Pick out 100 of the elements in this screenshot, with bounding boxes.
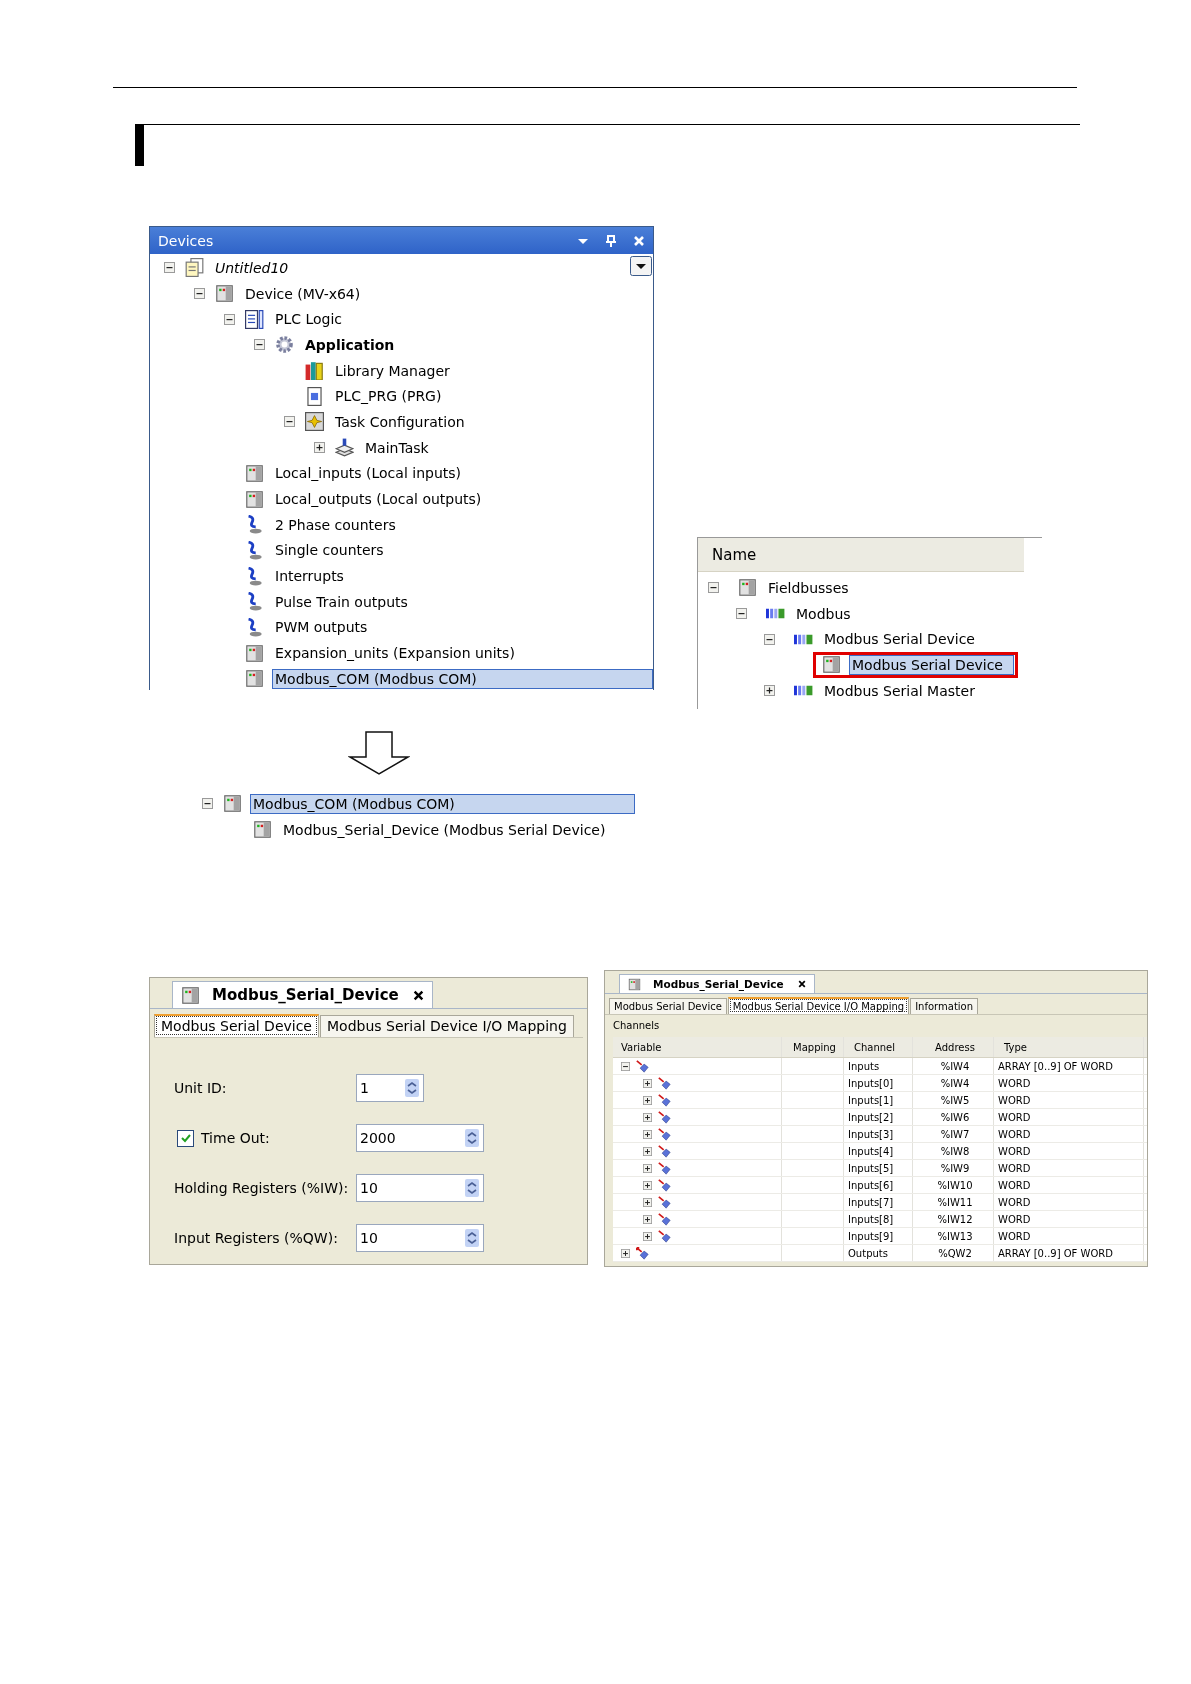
tree-item[interactable]: Untitled10 bbox=[212, 257, 292, 278]
tab[interactable]: Information bbox=[910, 998, 979, 1015]
tree-toggle[interactable] bbox=[224, 313, 235, 325]
document-tab[interactable]: Modbus_Serial_Device bbox=[619, 974, 815, 994]
connector-icon bbox=[245, 540, 264, 560]
table-cell: Inputs[8] bbox=[844, 1211, 913, 1228]
tree-toggle[interactable] bbox=[643, 1197, 652, 1207]
check-icon bbox=[179, 1132, 192, 1145]
table-cell: Inputs[5] bbox=[844, 1160, 913, 1177]
tree-toggle[interactable] bbox=[164, 262, 175, 274]
tree-toggle[interactable] bbox=[254, 339, 265, 351]
device-icon bbox=[245, 643, 264, 663]
tree-item[interactable]: Device (MV-x64) bbox=[242, 283, 364, 304]
connector-icon bbox=[245, 566, 264, 586]
tree-item[interactable]: Modbus_COM (Modbus COM) bbox=[272, 668, 653, 689]
tree-item[interactable]: Modbus bbox=[793, 603, 854, 624]
tree-toggle[interactable] bbox=[202, 798, 213, 810]
table-cell: Inputs bbox=[844, 1058, 913, 1075]
dropdown-button[interactable] bbox=[630, 256, 652, 276]
tree-toggle[interactable] bbox=[643, 1112, 652, 1122]
tree-item[interactable]: Modbus_COM (Modbus COM) bbox=[250, 793, 635, 814]
spinner-icon[interactable] bbox=[405, 1079, 419, 1098]
spinner-icon[interactable] bbox=[465, 1129, 479, 1148]
tab[interactable]: Modbus Serial Device bbox=[154, 1014, 319, 1038]
document-icon bbox=[185, 258, 204, 278]
tree-item[interactable]: Application bbox=[302, 334, 398, 355]
tree-item[interactable]: PLC_PRG (PRG) bbox=[332, 386, 445, 407]
tree-item[interactable]: PLC Logic bbox=[272, 309, 346, 330]
column-header[interactable]: Address bbox=[913, 1037, 994, 1058]
panel-title: Devices bbox=[158, 232, 214, 249]
close-icon[interactable] bbox=[797, 980, 806, 989]
pin-icon[interactable] bbox=[605, 234, 617, 247]
tree-item[interactable]: Fieldbusses bbox=[765, 577, 852, 598]
table-cell: WORD bbox=[994, 1228, 1144, 1245]
tree-item[interactable]: Expansion_units (Expansion units) bbox=[272, 643, 518, 664]
tree-toggle[interactable] bbox=[643, 1095, 652, 1105]
tab[interactable]: Modbus Serial Device I/O Mapping bbox=[320, 1015, 574, 1038]
spinner-icon[interactable] bbox=[465, 1179, 479, 1198]
tree-item[interactable]: Modbus Serial Device bbox=[821, 629, 978, 650]
tree-toggle[interactable] bbox=[314, 442, 325, 454]
tree-toggle[interactable] bbox=[764, 685, 775, 697]
column-header[interactable]: Mapping bbox=[782, 1037, 844, 1058]
column-header[interactable]: Channel bbox=[844, 1037, 913, 1058]
tree-toggle[interactable] bbox=[621, 1061, 630, 1071]
tree-toggle[interactable] bbox=[284, 416, 295, 428]
number-field[interactable]: 10 bbox=[356, 1224, 484, 1253]
tab[interactable]: Modbus Serial Device bbox=[609, 998, 727, 1015]
table-cell: Inputs[7] bbox=[844, 1194, 913, 1211]
column-header[interactable]: Variable bbox=[613, 1037, 782, 1058]
tree-item[interactable]: Interrupts bbox=[272, 566, 347, 587]
number-field[interactable]: 2000 bbox=[356, 1124, 484, 1153]
field-label: Holding Registers (%IW): bbox=[174, 1180, 349, 1197]
device-icon bbox=[215, 284, 234, 304]
tree-toggle[interactable] bbox=[643, 1129, 652, 1139]
tree-toggle[interactable] bbox=[643, 1146, 652, 1156]
tree-item[interactable]: Modbus_Serial_Device (Modbus Serial Device) bbox=[280, 819, 609, 840]
tree-toggle[interactable] bbox=[643, 1078, 652, 1088]
tree-toggle[interactable] bbox=[621, 1248, 630, 1258]
number-field[interactable]: 1 bbox=[356, 1074, 424, 1103]
tab[interactable]: Modbus Serial Device I/O Mapping bbox=[727, 997, 910, 1015]
field-label: Unit ID: bbox=[174, 1080, 227, 1097]
tree-toggle[interactable] bbox=[708, 582, 719, 594]
table-cell: %QW2 bbox=[913, 1245, 994, 1262]
tree-item[interactable]: Library Manager bbox=[332, 360, 453, 381]
document-tab[interactable]: Modbus_Serial_Device bbox=[172, 981, 433, 1009]
connector-icon bbox=[245, 592, 264, 612]
device-icon bbox=[628, 977, 641, 991]
connector-icon bbox=[245, 515, 264, 535]
column-header[interactable]: Name bbox=[712, 545, 757, 564]
tree-item[interactable]: Task Configuration bbox=[332, 411, 468, 432]
tree-item[interactable]: Single counters bbox=[272, 540, 387, 561]
device-icon bbox=[245, 489, 264, 509]
tree-item[interactable]: PWM outputs bbox=[272, 617, 371, 638]
tree-toggle[interactable] bbox=[643, 1180, 652, 1190]
table-cell: WORD bbox=[994, 1211, 1144, 1228]
table-cell: WORD bbox=[994, 1126, 1144, 1143]
close-icon[interactable] bbox=[412, 989, 424, 1001]
tree-toggle[interactable] bbox=[764, 633, 775, 645]
tree-item[interactable]: Local_outputs (Local outputs) bbox=[272, 489, 485, 510]
number-field[interactable]: 10 bbox=[356, 1174, 484, 1203]
tree-item[interactable]: MainTask bbox=[362, 437, 432, 458]
tree-item[interactable]: 2 Phase counters bbox=[272, 514, 399, 535]
tree-toggle[interactable] bbox=[736, 608, 747, 620]
tree-item[interactable]: Modbus Serial Master bbox=[821, 680, 978, 701]
device-icon bbox=[245, 463, 264, 483]
table-cell: %IW13 bbox=[913, 1228, 994, 1245]
tree-toggle[interactable] bbox=[643, 1214, 652, 1224]
tree-toggle[interactable] bbox=[194, 288, 205, 300]
table-cell: Inputs[3] bbox=[844, 1126, 913, 1143]
spinner-icon[interactable] bbox=[465, 1229, 479, 1248]
tree-toggle[interactable] bbox=[643, 1163, 652, 1173]
tree-toggle[interactable] bbox=[643, 1231, 652, 1241]
tree-item[interactable]: Local_inputs (Local inputs) bbox=[272, 463, 464, 484]
column-header[interactable]: Type bbox=[994, 1037, 1144, 1058]
device-icon bbox=[223, 794, 242, 814]
checkbox[interactable] bbox=[177, 1129, 194, 1147]
table-cell: %IW6 bbox=[913, 1109, 994, 1126]
table-cell: WORD bbox=[994, 1143, 1144, 1160]
tree-item[interactable]: Modbus Serial Device bbox=[849, 654, 1014, 675]
tree-item[interactable]: Pulse Train outputs bbox=[272, 591, 411, 612]
